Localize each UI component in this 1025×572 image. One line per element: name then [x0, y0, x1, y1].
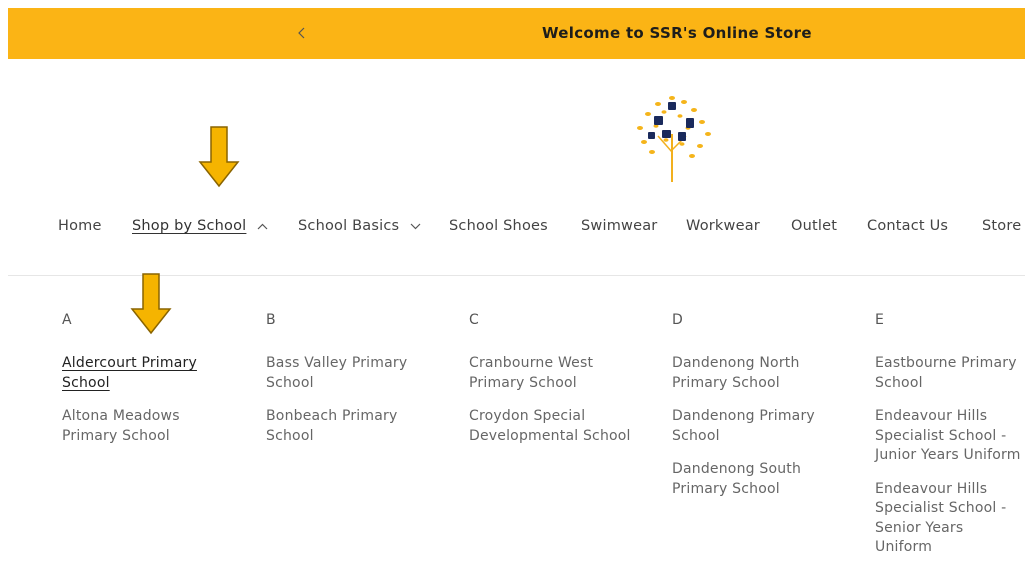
- nav-school-shoes[interactable]: School Shoes: [449, 218, 548, 234]
- chevron-down-icon: [410, 223, 421, 229]
- nav-store-label: Store: [982, 218, 1022, 234]
- nav-shop-by-school[interactable]: Shop by School: [132, 218, 268, 234]
- nav-contact-us-label: Contact Us: [867, 218, 949, 234]
- chevron-left-icon: [298, 27, 305, 39]
- column-letter: C: [469, 312, 479, 328]
- nav-school-basics-label: School Basics: [298, 218, 400, 234]
- nav-shop-by-school-label: Shop by School: [132, 218, 247, 234]
- school-link-croydon-special[interactable]: Croydon Special Developmental School: [469, 407, 644, 446]
- nav-home[interactable]: Home: [58, 218, 102, 234]
- school-link-endeavour-hills-junior[interactable]: Endeavour Hills Specialist School - Juni…: [875, 407, 1025, 466]
- school-link-dandenong-south[interactable]: Dandenong South Primary School: [672, 460, 847, 499]
- school-link-eastbourne[interactable]: Eastbourne Primary School: [875, 354, 1025, 393]
- nav-school-basics[interactable]: School Basics: [298, 218, 421, 234]
- chevron-up-icon: [257, 223, 268, 229]
- school-link-endeavour-hills-senior[interactable]: Endeavour Hills Specialist School - Seni…: [875, 480, 1025, 558]
- column-letter: E: [875, 312, 884, 328]
- nav-swimwear[interactable]: Swimwear: [581, 218, 657, 234]
- store-logo[interactable]: [628, 90, 718, 184]
- school-link-cranbourne-west[interactable]: Cranbourne West Primary School: [469, 354, 644, 393]
- announcement-text: Welcome to SSR's Online Store: [542, 24, 812, 42]
- announcement-bar: Welcome to SSR's Online Store: [8, 8, 1025, 59]
- school-link-altona-meadows[interactable]: Altona Meadows Primary School: [62, 407, 237, 446]
- school-link-aldercourt[interactable]: Aldercourt Primary School: [62, 354, 237, 393]
- main-navigation: Home Shop by School School Basics School…: [0, 208, 1025, 248]
- nav-school-shoes-label: School Shoes: [449, 218, 548, 234]
- nav-workwear[interactable]: Workwear: [686, 218, 760, 234]
- menu-column-e: E Eastbourne Primary School Endeavour Hi…: [875, 312, 1025, 572]
- menu-column-b: B Bass Valley Primary School Bonbeach Pr…: [266, 312, 441, 460]
- school-link-dandenong-north[interactable]: Dandenong North Primary School: [672, 354, 847, 393]
- annotation-arrow-down-icon: [198, 126, 240, 188]
- nav-home-label: Home: [58, 218, 102, 234]
- nav-store[interactable]: Store: [982, 218, 1021, 234]
- school-link-bonbeach[interactable]: Bonbeach Primary School: [266, 407, 441, 446]
- annotation-arrow-down-icon: [130, 273, 172, 335]
- menu-column-d: D Dandenong North Primary School Dandeno…: [672, 312, 847, 513]
- tree-logo-icon: [637, 96, 711, 182]
- school-link-dandenong[interactable]: Dandenong Primary School: [672, 407, 847, 446]
- menu-column-c: C Cranbourne West Primary School Croydon…: [469, 312, 644, 460]
- column-letter: D: [672, 312, 683, 328]
- nav-workwear-label: Workwear: [686, 218, 760, 234]
- column-letter: B: [266, 312, 276, 328]
- nav-outlet-label: Outlet: [791, 218, 838, 234]
- nav-outlet[interactable]: Outlet: [791, 218, 837, 234]
- school-link-bass-valley[interactable]: Bass Valley Primary School: [266, 354, 441, 393]
- nav-swimwear-label: Swimwear: [581, 218, 658, 234]
- previous-announcement-button[interactable]: [292, 23, 312, 43]
- nav-contact-us[interactable]: Contact Us: [867, 218, 948, 234]
